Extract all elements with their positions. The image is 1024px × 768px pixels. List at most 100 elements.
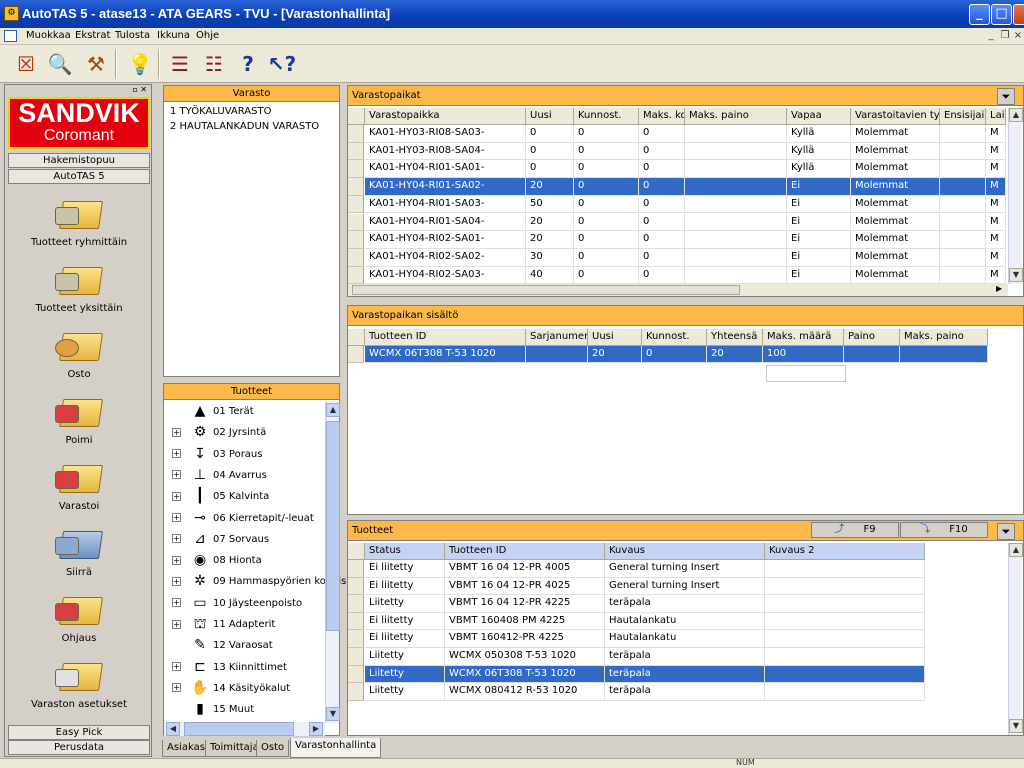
grid-cell[interactable]: teräpala bbox=[605, 683, 765, 701]
tab-osto[interactable]: Osto bbox=[256, 740, 290, 757]
tree-item-1[interactable]: ▲ 01 Terät bbox=[172, 402, 254, 422]
grid-cell[interactable] bbox=[685, 142, 787, 161]
tree-item-2[interactable]: + ⚙ 02 Jyrsintä bbox=[172, 423, 266, 443]
grid-cell[interactable]: teräpala bbox=[605, 595, 765, 613]
close-button[interactable] bbox=[1013, 4, 1024, 25]
row-selector[interactable] bbox=[348, 577, 364, 596]
expand-toggle-icon[interactable]: + bbox=[172, 662, 181, 672]
grid-cell[interactable]: 20 bbox=[526, 213, 574, 232]
mdi-restore-icon[interactable]: ❐ bbox=[998, 29, 1012, 43]
grid-cell[interactable]: 40 bbox=[526, 266, 574, 285]
grid-cell[interactable]: 0 bbox=[526, 125, 574, 143]
hscroll-thumb[interactable] bbox=[352, 285, 740, 295]
grid-cell[interactable]: WCMX 06T308 T-53 1020 bbox=[445, 665, 605, 684]
tab-varastonhallinta[interactable]: Varastonhallinta bbox=[290, 738, 382, 758]
help-icon[interactable]: ? bbox=[232, 48, 264, 80]
grid-cell[interactable] bbox=[685, 213, 787, 232]
grid-cell[interactable] bbox=[844, 346, 900, 363]
grid-cell[interactable]: Kyllä bbox=[787, 160, 851, 179]
grid-cell[interactable]: teräpala bbox=[605, 665, 765, 684]
varasto-item-1[interactable]: 1 TYÖKALUVARASTO bbox=[170, 106, 271, 117]
nav-siirra[interactable]: Siirrä bbox=[8, 525, 150, 578]
nav-tuotteet-yksittain[interactable]: Tuotteet yksittäin bbox=[8, 261, 150, 314]
column-header-7[interactable]: Varastoitavien tyypp bbox=[851, 108, 940, 125]
column-header-5[interactable]: Maks. paino bbox=[685, 108, 787, 125]
perusdata-button[interactable]: Perusdata bbox=[8, 740, 150, 755]
grid-cell[interactable]: Molemmat bbox=[851, 248, 940, 267]
grid-cell[interactable]: 20 bbox=[526, 231, 574, 249]
scroll-down-icon[interactable]: ▼ bbox=[1009, 268, 1023, 282]
grid-cell[interactable] bbox=[765, 683, 925, 701]
grid-cell[interactable]: 0 bbox=[574, 266, 639, 285]
grid-cell[interactable]: KA01-HY04-RI02-SA03- bbox=[365, 266, 526, 285]
row-selector[interactable] bbox=[348, 231, 364, 249]
easy-pick-button[interactable]: Easy Pick bbox=[8, 725, 150, 740]
row-selector[interactable] bbox=[348, 346, 364, 363]
grid-cell[interactable] bbox=[765, 595, 925, 613]
tree-item-15[interactable]: ▮ 15 Muut bbox=[172, 700, 254, 720]
column-header-6[interactable]: Vapaa bbox=[787, 108, 851, 125]
row-selector[interactable] bbox=[348, 665, 364, 684]
tree-collapse-icon[interactable]: ☷ bbox=[198, 48, 230, 80]
grid-cell[interactable]: Liitetty bbox=[365, 595, 445, 613]
exit-icon[interactable]: ☒ bbox=[10, 48, 42, 80]
expand-toggle-icon[interactable]: + bbox=[172, 449, 181, 459]
row-selector[interactable] bbox=[348, 612, 364, 631]
scroll-right-icon[interactable]: ▶ bbox=[309, 722, 323, 736]
grid-cell[interactable] bbox=[765, 612, 925, 631]
grid-cell[interactable]: 0 bbox=[639, 231, 685, 249]
grid-cell[interactable]: General turning Insert bbox=[605, 577, 765, 596]
lightbulb-icon[interactable]: 💡 bbox=[124, 48, 156, 80]
nav-poimi[interactable]: Poimi bbox=[8, 393, 150, 446]
nav-ohjaus[interactable]: Ohjaus bbox=[8, 591, 150, 644]
row-selector[interactable] bbox=[348, 560, 364, 578]
grid-cell[interactable] bbox=[940, 125, 986, 143]
column-header-6[interactable]: Maks. määrä bbox=[763, 329, 844, 346]
grid-cell[interactable] bbox=[765, 665, 925, 684]
grid-cell[interactable] bbox=[940, 248, 986, 267]
grid-cell[interactable]: 0 bbox=[574, 195, 639, 214]
grid-cell[interactable]: 0 bbox=[639, 195, 685, 214]
expand-toggle-icon[interactable]: + bbox=[172, 534, 181, 544]
expand-toggle-icon[interactable]: + bbox=[172, 555, 181, 565]
column-header-1[interactable]: Varastopaikka bbox=[365, 108, 526, 125]
expand-toggle-icon[interactable]: + bbox=[172, 513, 181, 522]
tree-item-9[interactable]: + ✲ 09 Hammaspyörien koneis bbox=[172, 572, 346, 592]
tree-item-6[interactable]: + ⊸ 06 Kierretapit/-leuat bbox=[172, 509, 314, 529]
grid-cell[interactable]: Liitetty bbox=[365, 683, 445, 701]
grid-cell[interactable]: KA01-HY04-RI01-SA04- bbox=[365, 213, 526, 232]
tab-asiakas[interactable]: Asiakas bbox=[162, 740, 210, 757]
column-header-4[interactable]: Kuvaus 2 bbox=[765, 543, 925, 560]
grid-cell[interactable]: M bbox=[986, 213, 1006, 232]
varasto-item-2[interactable]: 2 HAUTALANKADUN VARASTO bbox=[170, 121, 319, 132]
grid-cell[interactable]: Molemmat bbox=[851, 266, 940, 285]
grid-cell[interactable]: VBMT 16 04 12-PR 4005 bbox=[445, 560, 605, 578]
nav-varaston-asetukset[interactable]: Varaston asetukset bbox=[8, 657, 150, 710]
grid-cell[interactable]: 0 bbox=[526, 160, 574, 179]
grid-cell[interactable]: Molemmat bbox=[851, 160, 940, 179]
column-header-1[interactable]: Tuotteen ID bbox=[365, 329, 526, 346]
grid-cell[interactable]: Hautalankatu bbox=[605, 612, 765, 631]
row-selector[interactable] bbox=[348, 160, 364, 179]
grid-cell[interactable]: KA01-HY04-RI01-SA03- bbox=[365, 195, 526, 214]
tree-item-3[interactable]: + ↧ 03 Poraus bbox=[172, 445, 262, 465]
grid-cell[interactable] bbox=[765, 630, 925, 648]
scroll-left-icon[interactable]: ◀ bbox=[166, 722, 180, 736]
grid-cell[interactable]: 20 bbox=[707, 346, 763, 363]
grid-cell[interactable] bbox=[940, 142, 986, 161]
grid-cell[interactable]: 20 bbox=[588, 346, 642, 363]
grid-cell[interactable]: 0 bbox=[639, 160, 685, 179]
grid-cell[interactable]: Hautalankatu bbox=[605, 630, 765, 648]
grid-cell[interactable]: Molemmat bbox=[851, 231, 940, 249]
grid-cell[interactable]: KA01-HY03-RI08-SA04- bbox=[365, 142, 526, 161]
tree-vertical-scrollbar[interactable]: ▲ ▼ bbox=[325, 401, 340, 723]
grid-cell[interactable]: KA01-HY04-RI01-SA01- bbox=[365, 160, 526, 179]
grid-cell[interactable]: VBMT 160408 PM 4225 bbox=[445, 612, 605, 631]
grid-cell[interactable] bbox=[685, 266, 787, 285]
grid-cell[interactable] bbox=[685, 125, 787, 143]
column-header-7[interactable]: Paino bbox=[844, 329, 900, 346]
grid-cell[interactable]: General turning Insert bbox=[605, 560, 765, 578]
column-header-3[interactable]: Kuvaus bbox=[605, 543, 765, 560]
tree-horizontal-scrollbar[interactable]: ◀ ▶ bbox=[164, 722, 325, 736]
search-icon[interactable]: 🔍 bbox=[44, 48, 76, 80]
